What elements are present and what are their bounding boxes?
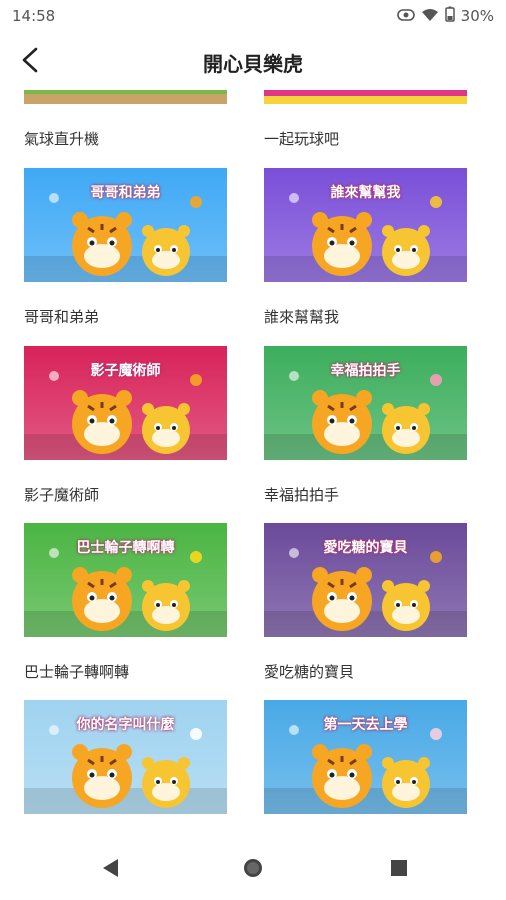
thumbnail-partial-right[interactable] — [264, 90, 467, 104]
video-thumbnail[interactable]: 影子魔術師 — [24, 346, 227, 460]
thumbnail-partial-left[interactable] — [24, 90, 227, 104]
card-label[interactable]: 愛吃糖的寶貝 — [264, 661, 354, 682]
card-label[interactable]: 誰來幫幫我 — [264, 306, 339, 327]
dnd-icon — [396, 7, 415, 26]
video-thumbnail[interactable]: 哥哥和弟弟 — [24, 168, 227, 282]
video-grid: 氣球直升機 一起玩球吧 哥哥和弟弟 哥哥和弟弟 誰來幫幫我 誰來幫幫我 影子魔術師 影子魔… — [0, 90, 506, 840]
card-label[interactable]: 幸福拍拍手 — [264, 484, 339, 505]
battery-icon — [444, 6, 455, 26]
thumbnail-title-text: 巴士輪子轉啊轉 — [76, 540, 175, 556]
thumbnail-title-text: 影子魔術師 — [90, 363, 161, 379]
card-label[interactable]: 一起玩球吧 — [264, 128, 339, 149]
status-bar: 14:58 30% — [0, 0, 506, 32]
video-thumbnail[interactable]: 愛吃糖的寶貝 — [264, 523, 467, 637]
thumbnail-title-text: 幸福拍拍手 — [330, 363, 401, 379]
thumbnail-title-text: 你的名字叫什麼 — [76, 717, 175, 733]
app-bar: 開心貝樂虎 — [0, 32, 506, 90]
triangle-back-icon — [100, 857, 120, 883]
card-label[interactable]: 氣球直升機 — [24, 128, 99, 149]
thumbnail-title-text: 誰來幫幫我 — [330, 185, 401, 201]
video-thumbnail[interactable]: 誰來幫幫我 — [264, 168, 467, 282]
circle-home-icon — [241, 856, 265, 884]
video-thumbnail[interactable]: 你的名字叫什麼 — [24, 700, 227, 814]
video-thumbnail[interactable]: 第一天去上學 — [264, 700, 467, 814]
video-thumbnail[interactable]: 幸福拍拍手 — [264, 346, 467, 460]
thumbnail-title-text: 哥哥和弟弟 — [90, 185, 161, 201]
thumbnail-title-text: 愛吃糖的寶貝 — [323, 540, 408, 556]
system-nav-bar — [0, 840, 506, 900]
battery-percent: 30% — [460, 7, 494, 25]
card-label[interactable]: 影子魔術師 — [24, 484, 99, 505]
status-icons: 30% — [396, 6, 494, 26]
nav-home-button[interactable] — [237, 854, 269, 886]
nav-back-button[interactable] — [94, 854, 126, 886]
nav-recents-button[interactable] — [383, 854, 415, 886]
card-label[interactable]: 哥哥和弟弟 — [24, 306, 99, 327]
card-label[interactable]: 巴士輪子轉啊轉 — [24, 661, 129, 682]
page-title: 開心貝樂虎 — [203, 52, 303, 76]
thumbnail-title-text: 第一天去上學 — [323, 717, 408, 733]
square-recents-icon — [389, 858, 409, 882]
status-time: 14:58 — [12, 7, 56, 25]
video-thumbnail[interactable]: 巴士輪子轉啊轉 — [24, 523, 227, 637]
wifi-icon — [421, 7, 439, 26]
